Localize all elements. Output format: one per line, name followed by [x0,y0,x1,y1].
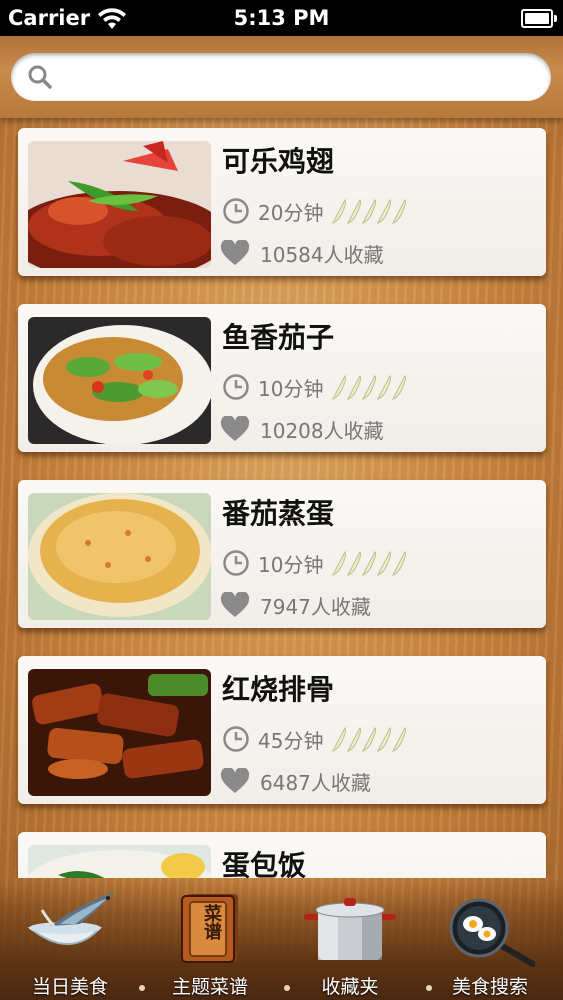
tab-food-search[interactable]: 美食搜索 [420,878,560,1000]
recipe-photo [28,493,211,620]
recipe-title: 红烧排骨 [222,673,335,706]
clock-icon [223,550,249,576]
cook-time-label: 10分钟 [258,376,324,401]
status-bar: Carrier 5:13 PM [0,0,563,36]
tab-favorites[interactable]: 收藏夹 [280,878,420,1000]
recipe-list[interactable]: 可乐鸡翅 20分钟 10584人收藏 鱼香茄子 10分钟 10208人收藏 番茄… [0,118,563,878]
tab-label: 当日美食 [31,976,108,998]
recipe-card[interactable]: 可乐鸡翅 20分钟 10584人收藏 [18,128,546,276]
clock: 5:13 PM [233,6,330,30]
favorites-count: 10208人收藏 [220,415,384,443]
cook-time-label: 20分钟 [258,200,324,225]
search-icon [28,65,52,89]
clock-icon [223,374,249,400]
tab-label: 收藏夹 [321,976,379,998]
search-input[interactable] [63,61,537,95]
recipe-photo [28,317,211,444]
recipe-title: 番茄蒸蛋 [222,497,335,530]
clock-icon [223,198,249,224]
tab-daily-food[interactable]: 当日美食 [0,878,140,1000]
recipe-title: 可乐鸡翅 [222,145,335,178]
search-header [0,36,563,118]
chili-pepper-icon [332,551,407,576]
heart-icon [220,416,250,441]
recipe-title: 鱼香茄子 [222,321,335,354]
heart-icon [220,768,250,793]
tab-theme-recipes[interactable]: 菜谱 主题菜谱 [140,878,280,1000]
chili-pepper-icon [332,727,407,752]
favorites-label: 10584人收藏 [260,242,384,267]
frying-pan-icon [449,898,535,967]
favorites-count: 10584人收藏 [220,239,384,267]
cooking-pot-icon [304,898,396,960]
spice-level [329,549,407,577]
recipe-photo [28,669,211,796]
clock-icon [223,726,249,752]
chili-pepper-icon [332,199,407,224]
tab-label: 美食搜索 [451,976,528,998]
cook-time: 45分钟 [222,724,407,754]
spice-level [329,197,407,225]
cook-time: 20分钟 [222,196,407,226]
cook-time: 10分钟 [222,548,407,578]
heart-icon [220,240,250,265]
recipe-title: 蛋包饭 [222,849,307,878]
tab-bar: 当日美食 菜谱 主题菜谱 收藏夹 美食搜索 [0,878,563,1000]
recipe-card[interactable]: 鱼香茄子 10分钟 10208人收藏 [18,304,546,452]
recipe-card[interactable]: 红烧排骨 45分钟 6487人收藏 [18,656,546,804]
favorites-label: 10208人收藏 [260,418,384,443]
cook-time: 10分钟 [222,372,407,402]
cook-time-label: 10分钟 [258,552,324,577]
tab-separator-dot [426,985,432,991]
favorites-label: 6487人收藏 [260,770,371,795]
fish-bowl-icon [27,892,115,945]
recipe-photo [28,141,211,268]
heart-icon [220,592,250,617]
tab-label: 主题菜谱 [171,976,248,998]
favorites-count: 7947人收藏 [220,591,371,619]
favorites-count: 6487人收藏 [220,767,371,795]
spice-level [329,725,407,753]
recipe-book-text: 菜谱 [201,904,222,940]
search-bar[interactable] [11,53,551,101]
chili-pepper-icon [332,375,407,400]
spice-level [329,373,407,401]
recipe-card[interactable]: 蛋包饭 [18,832,546,878]
recipe-photo [28,845,211,878]
tab-separator-dot [139,985,145,991]
tab-separator-dot [284,985,290,991]
cook-time-label: 45分钟 [258,728,324,753]
recipe-card[interactable]: 番茄蒸蛋 10分钟 7947人收藏 [18,480,546,628]
battery-icon [521,9,557,28]
favorites-label: 7947人收藏 [260,594,371,619]
